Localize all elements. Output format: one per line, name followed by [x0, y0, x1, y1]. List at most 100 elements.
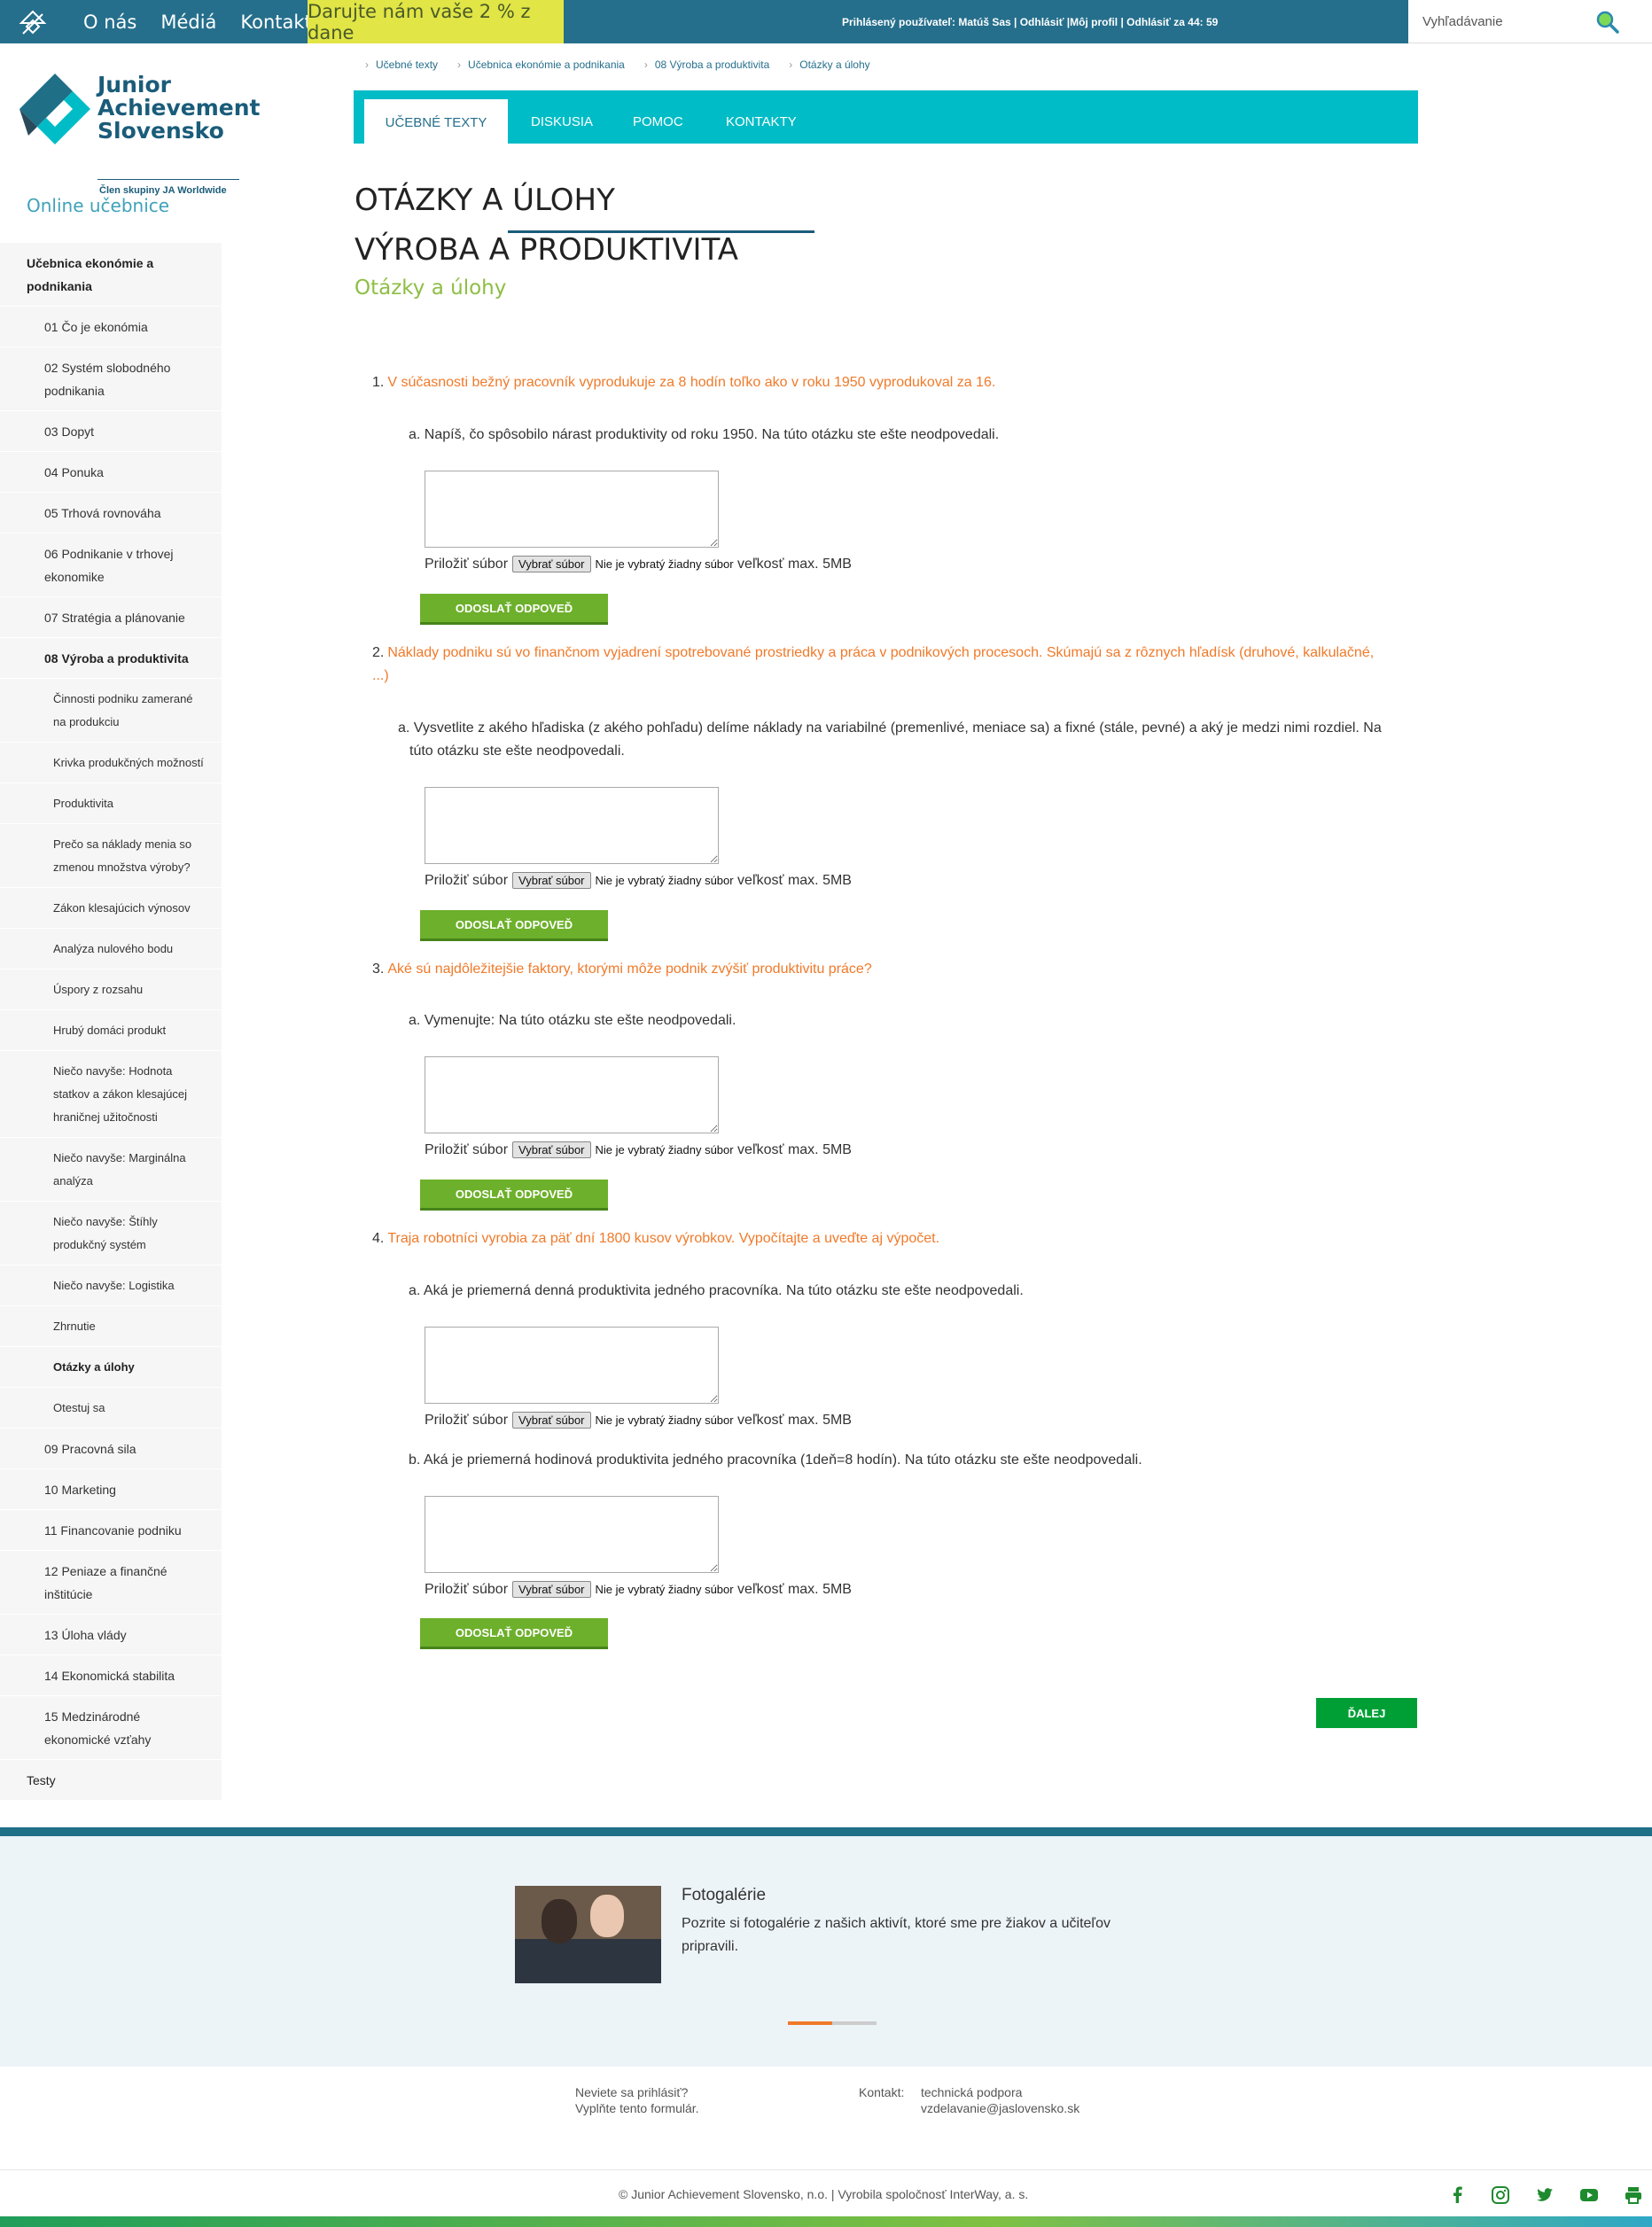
breadcrumb-item[interactable]: Učebnica ekonómie a podnikania	[468, 58, 625, 71]
brand-line-3: Slovensko	[97, 118, 224, 144]
sidebar-item[interactable]: Niečo navyše: Logistika	[0, 1265, 222, 1306]
sidebar-item[interactable]: 11 Financovanie podniku	[0, 1510, 222, 1551]
sidebar-item[interactable]: Niečo navyše: Hodnota statkov a zákon kl…	[0, 1051, 222, 1138]
answer-textarea-4b[interactable]	[425, 1496, 719, 1573]
brand-name: Junior Achievement Slovensko	[97, 74, 261, 143]
no-file-text: Nie je vybratý žiadny súbor	[595, 1143, 734, 1156]
sidebar-item[interactable]: 15 Medzinárodné ekonomické vzťahy	[0, 1696, 222, 1760]
sidebar-item-label: 14 Ekonomická stabilita	[44, 1668, 175, 1683]
sidebar-item[interactable]: Testy	[0, 1760, 222, 1801]
login-help[interactable]: Neviete sa prihlásiť? Vyplňte tento form…	[575, 2084, 699, 2116]
choose-file-button[interactable]: Vybrať súbor	[512, 872, 591, 889]
sidebar-item[interactable]: 07 Stratégia a plánovanie	[0, 597, 222, 638]
sidebar-item[interactable]: Zhrnutie	[0, 1306, 222, 1347]
sidebar-item-label: Hrubý domáci produkt	[53, 1023, 167, 1037]
sidebar-item[interactable]: 10 Marketing	[0, 1469, 222, 1510]
tab-ucebne-texty[interactable]: UČEBNÉ TEXTY	[364, 99, 508, 145]
footer-top-stripe	[0, 1827, 1652, 1836]
size-limit: veľkosť max. 5MB	[737, 1412, 852, 1428]
sidebar-item[interactable]: Niečo navyše: Štíhly produkčný systém	[0, 1202, 222, 1265]
sidebar-item-label: Niečo navyše: Hodnota statkov a zákon kl…	[53, 1063, 188, 1124]
send-answer-button[interactable]: ODOSLAŤ ODPOVEĎ	[420, 594, 608, 625]
sidebar-item[interactable]: 09 Pracovná sila	[0, 1429, 222, 1469]
send-answer-button[interactable]: ODOSLAŤ ODPOVEĎ	[420, 1180, 608, 1211]
sidebar-item-label: 12 Peniaze a finančné inštitúcie	[44, 1563, 168, 1601]
contact-info[interactable]: technická podpora vzdelavanie@jaslovensk…	[921, 2084, 1079, 2116]
gallery-photo[interactable]	[515, 1886, 661, 1983]
sidebar-item[interactable]: 01 Čo je ekonómia	[0, 307, 222, 347]
sidebar-item[interactable]: 06 Podnikanie v trhovej ekonomike	[0, 533, 222, 597]
nav-kontakt[interactable]: Kontakt	[240, 12, 311, 33]
sidebar-item[interactable]: Krivka produkčných možností	[0, 743, 222, 783]
choose-file-button[interactable]: Vybrať súbor	[512, 556, 591, 572]
ja-mini-logo-icon[interactable]	[18, 7, 48, 37]
nav-media[interactable]: Médiá	[160, 12, 216, 33]
sidebar-item-label: Činnosti podniku zamerané na produkciu	[53, 691, 193, 728]
sidebar-item[interactable]: 08 Výroba a produktivita	[0, 638, 222, 679]
sidebar-item-label: 01 Čo je ekonómia	[44, 319, 148, 334]
sidebar-item[interactable]: 05 Trhová rovnováha	[0, 493, 222, 533]
sidebar-item-label: Produktivita	[53, 796, 113, 810]
login-help-line-1: Neviete sa prihlásiť?	[575, 2085, 689, 2099]
tab-pomoc[interactable]: POMOC	[633, 99, 683, 144]
sidebar-item[interactable]: 12 Peniaze a finančné inštitúcie	[0, 1551, 222, 1615]
choose-file-button[interactable]: Vybrať súbor	[512, 1412, 591, 1429]
breadcrumb-item[interactable]: 08 Výroba a produktivita	[655, 58, 769, 71]
nav-o-nas[interactable]: O nás	[83, 12, 136, 33]
sidebar-item[interactable]: 03 Dopyt	[0, 411, 222, 452]
subquestion-4a: a. Aká je priemerná denná produktivita j…	[409, 1283, 1024, 1298]
sidebar-item[interactable]: 04 Ponuka	[0, 452, 222, 493]
sidebar-item[interactable]: Analýza nulového bodu	[0, 929, 222, 969]
sidebar-item-label: Niečo navyše: Štíhly produkčný systém	[53, 1214, 158, 1251]
online-textbooks-link[interactable]: Online učebnice	[27, 195, 169, 216]
sidebar-item[interactable]: Prečo sa náklady menia so zmenou množstv…	[0, 824, 222, 888]
send-answer-button[interactable]: ODOSLAŤ ODPOVEĎ	[420, 1618, 608, 1649]
sidebar-item[interactable]: Činnosti podniku zamerané na produkciu	[0, 679, 222, 743]
sidebar-item[interactable]: Učebnica ekonómie a podnikania	[0, 243, 222, 307]
attach-row-3a: Priložiť súbor Vybrať súbor Nie je vybra…	[425, 1141, 852, 1158]
twitter-icon[interactable]	[1535, 2185, 1555, 2205]
breadcrumb-item[interactable]: Otázky a úlohy	[799, 58, 869, 71]
answer-textarea-4a[interactable]	[425, 1327, 719, 1404]
no-file-text: Nie je vybratý žiadny súbor	[595, 874, 734, 887]
sidebar-item[interactable]: Zákon klesajúcich výnosov	[0, 888, 222, 929]
answer-textarea-3a[interactable]	[425, 1056, 719, 1133]
instagram-icon[interactable]	[1491, 2185, 1510, 2205]
sidebar-item[interactable]: Otázky a úlohy	[0, 1347, 222, 1388]
tab-diskusia[interactable]: DISKUSIA	[531, 99, 593, 144]
attach-label: Priložiť súbor	[425, 872, 509, 888]
sidebar-item[interactable]: Úspory z rozsahu	[0, 969, 222, 1010]
attach-row-4a: Priložiť súbor Vybrať súbor Nie je vybra…	[425, 1412, 852, 1429]
tab-kontakty[interactable]: KONTAKTY	[726, 99, 797, 144]
user-info[interactable]: Prihlásený používateľ: Matúš Sas | Odhlá…	[842, 0, 1218, 43]
donate-banner[interactable]: Darujte nám vaše 2 % z dane	[308, 0, 564, 43]
question-number: 4.	[372, 1231, 385, 1246]
answer-textarea-2a[interactable]	[425, 787, 719, 864]
search-icon[interactable]	[1594, 9, 1621, 35]
answer-textarea-1a[interactable]	[425, 471, 719, 548]
facebook-icon[interactable]	[1448, 2185, 1468, 2205]
sidebar-item[interactable]: 14 Ekonomická stabilita	[0, 1655, 222, 1696]
send-answer-button[interactable]: ODOSLAŤ ODPOVEĎ	[420, 910, 608, 941]
size-limit: veľkosť max. 5MB	[737, 556, 852, 572]
sidebar-item[interactable]: 13 Úloha vlády	[0, 1615, 222, 1655]
question-1: 1. V súčasnosti bežný pracovník vyproduku…	[372, 371, 1414, 394]
sidebar-item-label: Analýza nulového bodu	[53, 941, 174, 955]
carousel-indicator[interactable]	[788, 2021, 877, 2025]
sidebar-item[interactable]: Niečo navyše: Marginálna analýza	[0, 1138, 222, 1202]
print-icon[interactable]	[1624, 2185, 1643, 2205]
footer-divider	[0, 2169, 1652, 2170]
sidebar-item-label: Otázky a úlohy	[53, 1359, 135, 1374]
breadcrumb-item[interactable]: Učebné texty	[376, 58, 438, 71]
choose-file-button[interactable]: Vybrať súbor	[512, 1581, 591, 1598]
sidebar-item[interactable]: Produktivita	[0, 783, 222, 824]
search-input[interactable]	[1421, 11, 1598, 32]
choose-file-button[interactable]: Vybrať súbor	[512, 1141, 591, 1158]
sidebar-item[interactable]: Hrubý domáci produkt	[0, 1010, 222, 1051]
sidebar-item[interactable]: 02 Systém slobodného podnikania	[0, 347, 222, 411]
sidebar-item[interactable]: Otestuj sa	[0, 1388, 222, 1429]
next-button[interactable]: ĎALEJ	[1316, 1698, 1417, 1728]
youtube-icon[interactable]	[1579, 2185, 1599, 2205]
question-text: V súčasnosti bežný pracovník vyprodukuje…	[387, 375, 996, 390]
gallery-title[interactable]: Fotogalérie	[682, 1886, 766, 1905]
